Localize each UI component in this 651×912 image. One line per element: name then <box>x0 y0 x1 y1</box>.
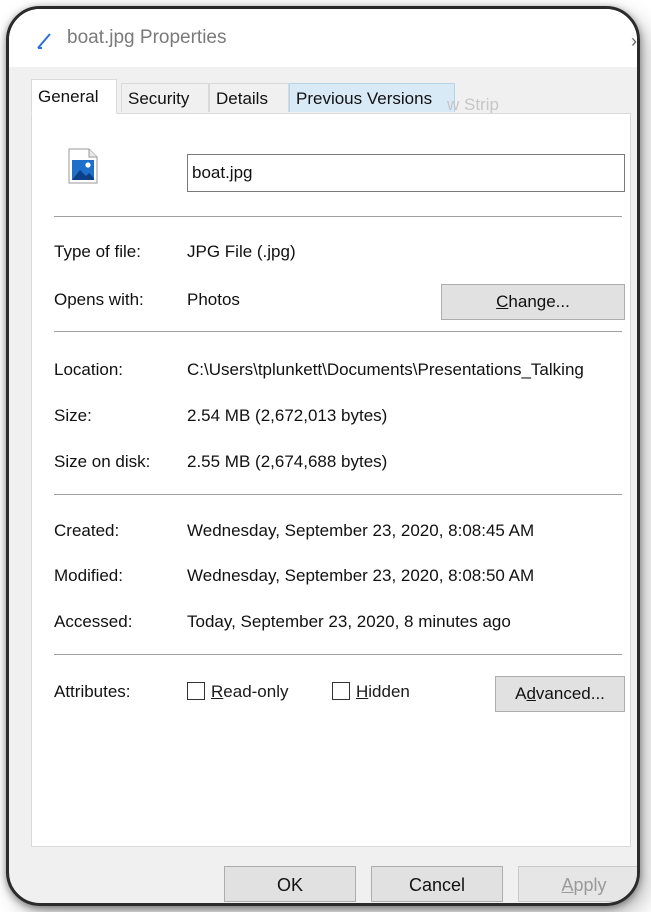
file-name-input[interactable] <box>187 154 625 192</box>
read-only-box[interactable] <box>187 682 205 700</box>
type-of-file-label: Type of file: <box>54 242 141 261</box>
separator <box>54 654 622 655</box>
created-label: Created: <box>54 521 120 540</box>
properties-dialog: boat.jpg Properties › General Security D… <box>6 6 640 906</box>
image-file-icon <box>37 33 51 49</box>
general-panel: Type of file: JPG File (.jpg) Opens with… <box>31 113 631 847</box>
size-value: 2.54 MB (2,672,013 bytes) <box>187 406 388 425</box>
accessed-label: Accessed: <box>54 612 133 631</box>
background-text: w Strip <box>447 95 499 114</box>
tab-general[interactable]: General <box>31 79 117 114</box>
cancel-button[interactable]: Cancel <box>371 866 503 902</box>
hidden-box[interactable] <box>332 682 350 700</box>
separator <box>54 331 622 332</box>
close-icon[interactable]: › <box>631 31 637 52</box>
change-button[interactable]: Change... <box>441 284 625 320</box>
separator <box>54 494 622 495</box>
modified-label: Modified: <box>54 566 123 585</box>
advanced-button[interactable]: Advanced... <box>495 676 625 712</box>
modified-value: Wednesday, September 23, 2020, 8:08:50 A… <box>187 566 535 585</box>
separator <box>54 216 622 217</box>
attributes-label: Attributes: <box>54 682 131 701</box>
opens-with-label: Opens with: <box>54 290 144 309</box>
window-title: boat.jpg Properties <box>67 27 227 48</box>
location-label: Location: <box>54 360 123 379</box>
size-label: Size: <box>54 406 92 425</box>
tab-previous-versions[interactable]: Previous Versions <box>289 83 455 112</box>
size-on-disk-value: 2.55 MB (2,674,688 bytes) <box>187 452 388 471</box>
jpg-image-icon <box>68 148 98 184</box>
size-on-disk-label: Size on disk: <box>54 452 151 471</box>
location-value: C:\Users\tplunkett\Documents\Presentatio… <box>187 360 584 379</box>
type-of-file-value: JPG File (.jpg) <box>187 242 296 261</box>
created-value: Wednesday, September 23, 2020, 8:08:45 A… <box>187 521 535 540</box>
opens-with-value: Photos <box>187 290 240 309</box>
title-bar[interactable]: boat.jpg Properties › <box>9 9 637 67</box>
read-only-checkbox[interactable]: Read-only <box>187 682 289 702</box>
ok-button[interactable]: OK <box>224 866 356 902</box>
accessed-value: Today, September 23, 2020, 8 minutes ago <box>187 612 511 631</box>
hidden-checkbox[interactable]: Hidden <box>332 682 410 702</box>
tab-security[interactable]: Security <box>121 83 209 112</box>
tab-details[interactable]: Details <box>209 83 289 112</box>
apply-button[interactable]: Apply <box>518 866 637 902</box>
